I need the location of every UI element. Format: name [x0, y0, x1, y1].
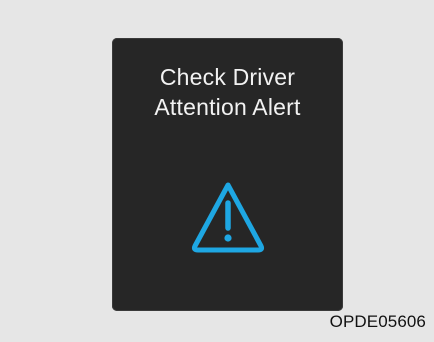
alert-title-line-2: Attention Alert — [154, 94, 301, 120]
alert-title-line-1: Check Driver — [159, 64, 296, 90]
alert-screen: { "alert": { "line1": "Check Driver", "l… — [0, 0, 434, 342]
alert-panel: Check Driver Attention Alert — [112, 38, 343, 311]
figure-code: OPDE05606 — [329, 312, 426, 331]
alert-title: Check Driver Attention Alert — [112, 62, 343, 122]
warning-triangle-icon — [191, 182, 265, 253]
